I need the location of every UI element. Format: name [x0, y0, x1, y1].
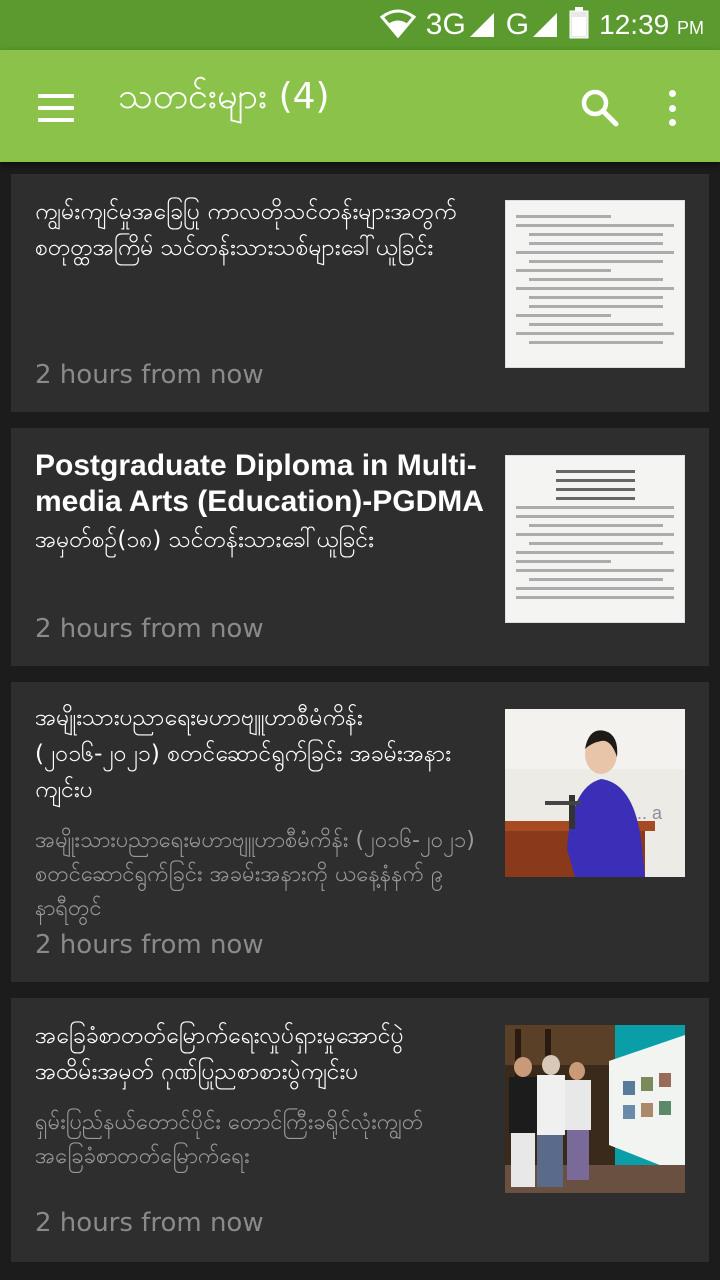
news-title: Postgraduate Diploma in Multi-media Arts…	[35, 448, 505, 558]
clock-time: 12:39	[599, 9, 670, 40]
news-thumbnail	[505, 200, 685, 368]
network-3g: 3G	[426, 8, 496, 42]
news-time: 2 hours from now	[35, 614, 264, 644]
battery-icon	[569, 7, 589, 43]
news-description: ရှမ်းပြည်နယ်တောင်ပိုင်း တောင်ကြီးခရိုင်လ…	[35, 1110, 424, 1169]
network-g-label: G	[505, 8, 530, 41]
news-thumbnail	[505, 455, 685, 623]
clock: 12:39 PM	[599, 9, 704, 41]
page-title: သတင်းများ (4)	[118, 76, 330, 117]
news-description: အမျိုးသားပညာရေးမဟာဗျူဟာစီမံကိန်း (၂၀၁၆-၂…	[35, 828, 475, 921]
menu-icon[interactable]	[38, 94, 74, 122]
news-title-text: Postgraduate Diploma in Multi-media Arts…	[35, 449, 484, 518]
news-time: 2 hours from now	[35, 930, 264, 960]
clock-ampm: PM	[677, 18, 704, 38]
news-title: အခြေခံစာတတ်မြောက်ရေးလှုပ်ရှားမှုအောင်ပွဲ…	[35, 1023, 404, 1085]
signal-icon	[533, 13, 558, 37]
news-time: 2 hours from now	[35, 360, 264, 390]
network-3g-label: 3G	[425, 8, 466, 41]
more-vert-icon[interactable]	[660, 86, 684, 130]
search-icon[interactable]	[578, 86, 622, 130]
news-subtitle: အမှတ်စဉ်(၁၈) သင်တန်းသားခေါ်ယူခြင်း	[35, 527, 374, 553]
news-thumbnail	[505, 1025, 685, 1193]
app-bar: သတင်းများ (4)	[0, 50, 720, 162]
news-card[interactable]: အမျိုးသားပညာရေးမဟာဗျူဟာစီမံကိန်း (၂၀၁၆-၂…	[11, 682, 709, 982]
news-card[interactable]: Postgraduate Diploma in Multi-media Arts…	[11, 428, 709, 666]
news-time: 2 hours from now	[35, 1208, 264, 1238]
news-title: အမျိုးသားပညာရေးမဟာဗျူဟာစီမံကိန်း (၂၀၁၆-၂…	[35, 705, 452, 803]
network-g: G	[506, 8, 559, 42]
news-card[interactable]: အခြေခံစာတတ်မြောက်ရေးလှုပ်ရှားမှုအောင်ပွဲ…	[11, 998, 709, 1262]
signal-icon	[469, 13, 494, 37]
status-bar: 3G G 12:39 PM	[0, 0, 720, 50]
news-title: ကျွမ်းကျင်မှုအခြေပြု ကာလတိုသင်တန်းများအတ…	[35, 199, 457, 261]
news-card[interactable]: ကျွမ်းကျင်မှုအခြေပြု ကာလတိုသင်တန်းများအတ…	[11, 174, 709, 412]
wifi-icon	[379, 8, 416, 42]
news-thumbnail: M... a	[505, 709, 685, 877]
